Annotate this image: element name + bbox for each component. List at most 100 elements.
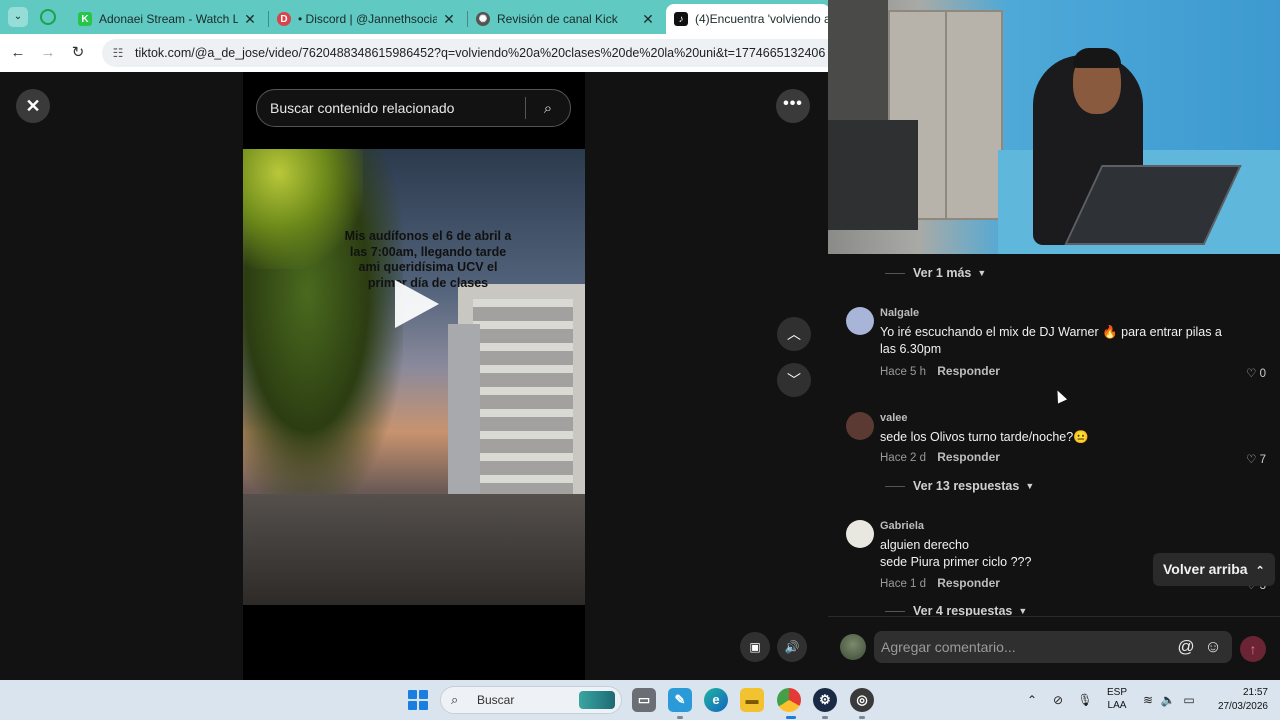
reply-button[interactable]: Responder (937, 576, 1000, 590)
view-replies-button[interactable]: Ver 13 respuestas ▼ (885, 479, 1034, 493)
language-code: ESP (1106, 687, 1127, 698)
comment-time: Hace 5 h (880, 366, 927, 378)
avatar[interactable] (846, 412, 874, 440)
comment-username[interactable]: Gabriela (880, 520, 924, 532)
volume-button[interactable]: 🔊 (777, 632, 807, 662)
like-count: 0 (1259, 368, 1266, 380)
send-comment-button[interactable]: ↑ (1240, 636, 1266, 662)
windows-start-icon[interactable] (408, 690, 428, 710)
comment-item: valee sede los Olivos turno tarde/noche?… (846, 412, 1266, 467)
tab-search-chevron-icon[interactable]: ⌄ (8, 7, 28, 27)
keyboard-layout: LAA (1107, 700, 1127, 711)
microphone-icon[interactable]: 🎙 (1077, 692, 1093, 708)
chevron-up-icon[interactable]: ⌃ (1024, 692, 1040, 708)
next-video-button[interactable]: ﹀ (777, 363, 811, 397)
like-count: 7 (1259, 454, 1266, 466)
app-running-indicator (822, 716, 828, 719)
back-arrow-icon[interactable]: ← (7, 42, 29, 64)
back-to-top-button[interactable]: Volver arriba ⌃ (1153, 553, 1275, 586)
view-replies-label: Ver 13 respuestas (913, 479, 1020, 493)
view-more-label: Ver 1 más (913, 266, 972, 280)
search-icon[interactable]: ⌕ (526, 100, 570, 117)
speaker-icon[interactable]: 🔈 (1160, 692, 1176, 708)
tab-label: Adonaei Stream - Watch Live o (99, 12, 238, 26)
discord-icon: D (277, 12, 291, 26)
speaker-icon: 🔊 (784, 640, 800, 654)
language-indicator[interactable]: ESP LAA (1104, 686, 1130, 712)
ellipsis-icon: ••• (783, 95, 803, 112)
chevron-up-icon: ︿ (787, 326, 801, 342)
tab-close-icon[interactable]: ✕ (640, 11, 656, 28)
close-video-button[interactable]: ✕ (16, 89, 50, 123)
windows-taskbar: ⌕ Buscar ▭ ✎ e ▬ ⚙ ◎ ⌃ ⊘ 🎙 ESP LAA ≋ 🔈 ▭… (0, 680, 1280, 720)
chevron-down-icon: ▼ (1025, 481, 1035, 491)
tab-discord[interactable]: D • Discord | @Jannethsocial ✕ (269, 4, 465, 34)
tab-label: Revisión de canal Kick (497, 12, 618, 26)
edge-browser-icon[interactable]: e (704, 688, 728, 712)
emoji-icon[interactable]: ☺ (1203, 637, 1223, 657)
tab-tiktok-active[interactable]: ♪ (4)Encuentra 'volviendo a clase (666, 4, 830, 34)
picture-in-picture-icon: ▣ (749, 640, 761, 654)
search-icon: ⌕ (451, 692, 459, 707)
notepad-app-icon[interactable]: ✎ (668, 688, 692, 712)
reply-button[interactable]: Responder (937, 450, 1000, 464)
browser-tab-bar: ⌄ K Adonaei Stream - Watch Live o ✕ D • … (0, 0, 830, 34)
close-icon: ✕ (25, 96, 41, 116)
webcam-clothes (828, 0, 888, 120)
play-icon[interactable] (395, 280, 439, 328)
app-running-indicator (677, 716, 683, 719)
arrow-up-icon: ↑ (1249, 641, 1257, 657)
tab-revision-kick[interactable]: ✺ Revisión de canal Kick ✕ (468, 4, 664, 34)
like-button[interactable]: ♡ 7 (1246, 452, 1266, 466)
steam-app-icon[interactable]: ⚙ (813, 688, 837, 712)
address-bar[interactable]: ☷ tiktok.com/@a_de_jose/video/7620488348… (102, 39, 830, 67)
url-text: tiktok.com/@a_de_jose/video/762048834861… (135, 46, 826, 60)
forward-arrow-icon[interactable]: → (37, 42, 59, 64)
tiktok-video-viewer: ✕ Buscar contenido relacionado ⌕ ••• Mis… (0, 72, 830, 680)
file-explorer-icon[interactable]: ▬ (740, 688, 764, 712)
comment-meta: Hace 1 d Responder (880, 576, 1000, 590)
kick-icon: K (78, 12, 92, 26)
obs-app-icon[interactable]: ◎ (850, 688, 874, 712)
avatar[interactable] (840, 634, 866, 660)
search-input[interactable]: Buscar contenido relacionado (257, 100, 525, 116)
taskbar-search[interactable]: ⌕ Buscar (440, 686, 622, 714)
battery-icon[interactable]: ▭ (1181, 692, 1197, 708)
taskbar-clock[interactable]: 21:57 27/03/2026 (1206, 686, 1268, 714)
app-active-indicator (786, 716, 796, 719)
previous-video-button[interactable]: ︿ (777, 317, 811, 351)
task-view-icon[interactable]: ▭ (632, 688, 656, 712)
reply-button[interactable]: Responder (937, 364, 1000, 378)
related-search-box[interactable]: Buscar contenido relacionado ⌕ (256, 89, 571, 127)
search-highlight-icon (579, 691, 615, 709)
floating-player-button[interactable]: ▣ (740, 632, 770, 662)
whatsapp-pinned-tab-icon[interactable] (40, 9, 56, 25)
wifi-icon[interactable]: ≋ (1140, 692, 1156, 708)
tab-label: • Discord | @Jannethsocial (298, 12, 437, 26)
avatar[interactable] (846, 520, 874, 548)
tab-label: (4)Encuentra 'volviendo a clase (695, 12, 830, 26)
tab-adonaei-stream[interactable]: K Adonaei Stream - Watch Live o ✕ (70, 4, 266, 34)
taskbar-search-label: Buscar (477, 693, 515, 707)
tab-close-icon[interactable]: ✕ (242, 11, 258, 28)
chrome-browser-icon[interactable] (777, 688, 801, 712)
network-off-icon[interactable]: ⊘ (1050, 692, 1066, 708)
site-info-icon[interactable]: ☷ (110, 45, 126, 61)
view-more-comments[interactable]: Ver 1 más ▼ (885, 266, 986, 280)
double-chevron-up-icon: ⌃ (1255, 565, 1265, 577)
comment-time: Hace 2 d (880, 452, 927, 464)
comment-username[interactable]: Nalgale (880, 307, 919, 319)
comment-meta: Hace 2 d Responder (880, 450, 1000, 464)
tab-close-icon[interactable]: ✕ (441, 11, 457, 28)
comment-username[interactable]: valee (880, 412, 908, 424)
reload-icon[interactable]: ↻ (67, 42, 89, 64)
more-options-button[interactable]: ••• (776, 89, 810, 123)
webcam-wardrobe-door (945, 10, 947, 220)
mention-icon[interactable]: @ (1176, 637, 1196, 657)
comment-text: sede los Olivos turno tarde/noche?😐 (880, 430, 1089, 444)
like-button[interactable]: ♡ 0 (1246, 366, 1266, 380)
avatar[interactable] (846, 307, 874, 335)
divider-line (885, 272, 905, 274)
video-frame[interactable]: Mis audífonos el 6 de abril a las 7:00am… (243, 149, 585, 605)
video-windows-graphic (473, 299, 573, 519)
